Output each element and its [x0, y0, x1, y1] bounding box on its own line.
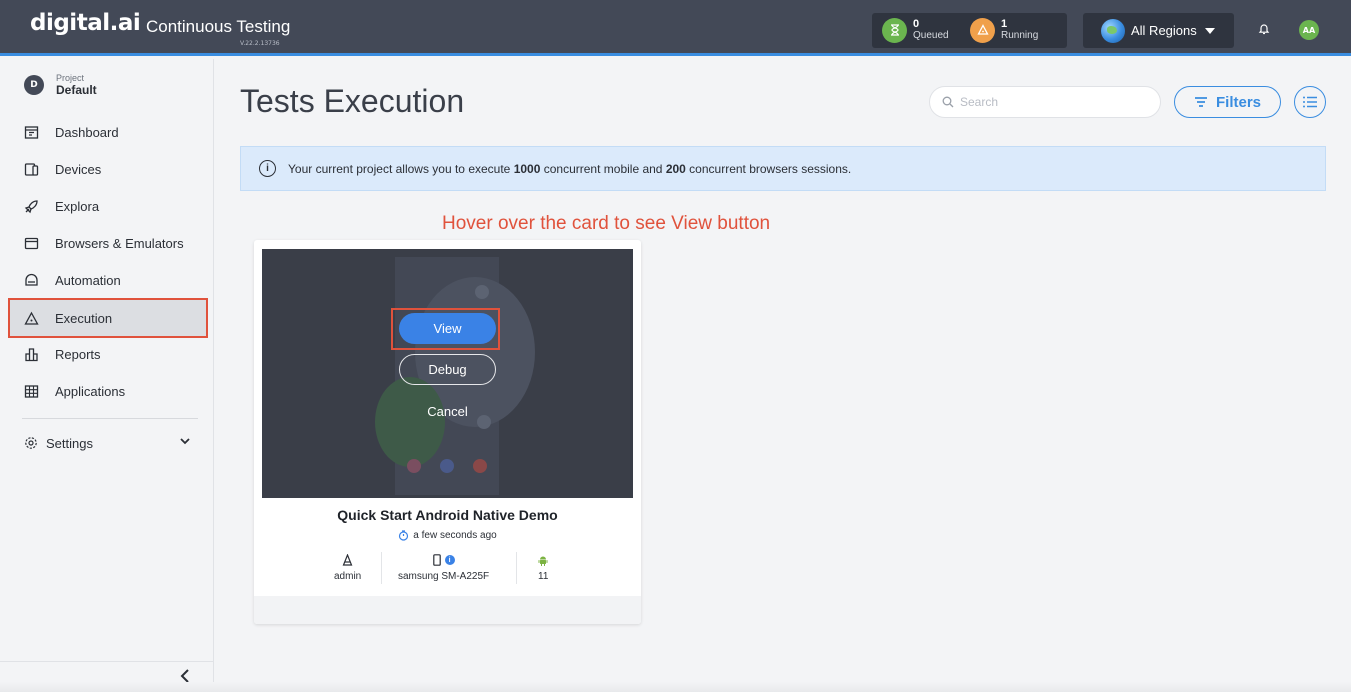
test-time: a few seconds ago [254, 530, 641, 541]
sidebar-item-label: Dashboard [55, 124, 119, 140]
view-button-highlight [391, 308, 500, 350]
sidebar-item-devices[interactable]: Devices [10, 151, 206, 187]
project-caption: Project [56, 73, 85, 83]
project-name: Default [56, 83, 97, 97]
applications-icon [24, 384, 39, 398]
banner-prefix: Your current project allows you to execu… [288, 161, 511, 176]
filters-label: Filters [1215, 93, 1261, 111]
browser-icon [24, 237, 39, 249]
filter-icon [1194, 97, 1207, 107]
meta-device: i samsung SM-A225F [398, 553, 489, 582]
device-thumbnail: View Debug Cancel [262, 249, 633, 498]
user-icon [342, 554, 353, 566]
debug-button[interactable]: Debug [399, 354, 496, 385]
caret-down-icon [1204, 27, 1215, 34]
running-icon [970, 17, 995, 43]
sidebar-item-applications[interactable]: Applications [10, 373, 206, 409]
digital-ai-logo[interactable]: digital.ai [30, 10, 141, 36]
banner-browser-count: 200 [665, 161, 686, 176]
region-selector[interactable]: All Regions [1083, 13, 1234, 48]
sidebar: D Project Default Dashboard Devices Expl… [0, 59, 214, 692]
bell-icon[interactable] [1258, 23, 1270, 35]
page-title: Tests Execution [240, 83, 465, 119]
gear-icon [25, 437, 37, 449]
meta-separator [516, 552, 517, 584]
sidebar-item-settings[interactable]: Settings [24, 430, 194, 456]
time-label: a few seconds ago [413, 530, 497, 541]
info-icon[interactable]: i [444, 555, 455, 565]
sidebar-item-label: Devices [55, 161, 102, 177]
devices-icon [24, 162, 39, 176]
cancel-button[interactable]: Cancel [399, 396, 496, 427]
sidebar-item-label: Settings [46, 435, 93, 451]
project-badge: D [24, 75, 44, 95]
execution-status-panel[interactable]: 0 Queued 1 Running [872, 13, 1067, 48]
queued-label: Queued [913, 30, 949, 41]
running-count: 1 [1001, 18, 1008, 30]
user-avatar[interactable]: AA [1299, 20, 1319, 40]
list-icon [1303, 96, 1317, 108]
sidebar-item-explora[interactable]: Explora [10, 188, 206, 224]
hourglass-icon [882, 17, 907, 43]
meta-separator [381, 552, 382, 584]
running-status[interactable]: 1 Running [970, 16, 1038, 44]
user-name: admin [334, 571, 362, 582]
queued-count: 0 [913, 18, 920, 30]
phone-icon [432, 554, 441, 566]
version-label: V.22.2.13736 [240, 40, 280, 47]
banner-middle: concurrent mobile and [540, 161, 666, 176]
sidebar-item-reports[interactable]: Reports [10, 336, 206, 372]
sidebar-item-browsers-emulators[interactable]: Browsers & Emulators [10, 225, 206, 261]
sidebar-item-dashboard[interactable]: Dashboard [10, 114, 206, 150]
banner-mobile-count: 1000 [513, 161, 541, 176]
device-name: samsung SM-A225F [398, 571, 490, 582]
sidebar-divider [22, 418, 198, 419]
product-name: Continuous Testing [146, 17, 291, 36]
globe-icon [1101, 18, 1125, 43]
stopwatch-icon [399, 530, 409, 541]
sidebar-item-execution[interactable]: Execution [8, 298, 208, 338]
execution-icon [24, 311, 39, 325]
bottom-shadow [0, 682, 1351, 692]
sidebar-item-label: Execution [55, 310, 113, 326]
chevron-down-icon[interactable] [180, 436, 190, 446]
queued-status[interactable]: 0 Queued [882, 16, 949, 44]
search-icon [942, 96, 954, 108]
filters-button[interactable]: Filters [1174, 86, 1281, 118]
test-title: Quick Start Android Native Demo [337, 507, 558, 523]
meta-os: 11 [538, 553, 548, 582]
sidebar-item-automation[interactable]: Automation [10, 262, 206, 298]
execution-card[interactable]: View Debug Cancel Quick Start Android Na… [254, 240, 641, 624]
os-version: 11 [538, 571, 549, 582]
top-bar: digital.ai Continuous Testing V.22.2.137… [0, 0, 1351, 56]
automation-icon [25, 273, 38, 286]
android-icon [538, 556, 548, 566]
project-selector[interactable]: D Project Default [24, 73, 97, 97]
hover-annotation: Hover over the card to see View button [442, 213, 771, 234]
sidebar-item-label: Automation [55, 272, 121, 288]
sidebar-item-label: Applications [55, 383, 126, 399]
region-label: All Regions [1131, 23, 1197, 38]
running-label: Running [1001, 30, 1039, 41]
concurrency-info-banner: i Your current project allows you to exe… [240, 146, 1326, 191]
sidebar-item-label: Reports [55, 346, 101, 362]
sidebar-bottom-divider [0, 661, 214, 662]
sidebar-item-label: Explora [55, 198, 100, 214]
reports-icon [25, 347, 38, 361]
card-footer [254, 596, 641, 624]
rocket-icon [24, 199, 38, 213]
banner-suffix: concurrent browsers sessions. [685, 161, 852, 176]
sidebar-item-label: Browsers & Emulators [55, 235, 184, 251]
meta-user: admin [334, 553, 361, 582]
search-input[interactable] [960, 95, 1140, 109]
search-box[interactable] [929, 86, 1161, 118]
dashboard-icon [24, 125, 39, 139]
list-view-button[interactable] [1294, 86, 1326, 118]
info-icon: i [259, 160, 276, 177]
